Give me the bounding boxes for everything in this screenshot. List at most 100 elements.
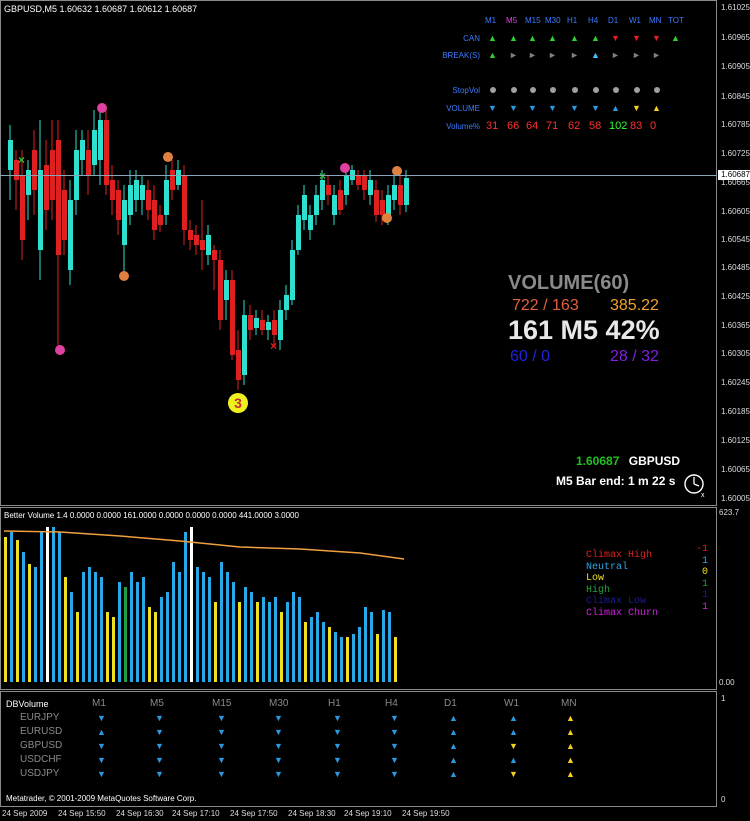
dbv-arrow-icon: ▼ [390,727,399,737]
pair-text: GBPUSD [628,454,681,468]
candle-body [182,175,187,230]
volume-bar [136,582,139,682]
candle-body [98,120,103,160]
dbvolume-right-top: 1 [721,694,726,703]
candle-body [80,140,85,160]
matrix-tf-label: D1 [608,16,619,25]
volume-bar [100,577,103,682]
cross-marker: × [319,169,326,183]
volume-pct-value: 0 [650,120,657,132]
volume-pct-value: 31 [486,120,499,132]
matrix-tf-label: H4 [588,16,599,25]
dbv-tf-label: M30 [269,698,289,709]
volume-bar [268,602,271,682]
matrix-arrow-icon: ▲ [570,33,579,43]
candle-body [86,150,91,175]
signal-dot [55,345,65,355]
legend-value: 0 [701,567,708,578]
volume-bar [184,532,187,682]
price-label: 1.60005 [721,494,750,503]
volume-bar [244,587,247,682]
legend-value: -1 [695,544,708,555]
dbv-tf-label: H4 [385,698,398,709]
volume-bar [178,572,181,682]
price-label: 1.60785 [721,120,750,129]
price-label: 1.60965 [721,33,750,42]
volume-bar [340,637,343,682]
better-volume-bottom: 0.00 [719,678,735,687]
matrix-arrow-icon: ▼ [488,103,497,113]
candle-body [200,240,205,250]
price-axis[interactable]: 1.61025 1.60965 1.60905 1.60845 1.60785 1.607… [718,0,750,506]
legend-row: Climax Churn 1 [586,602,708,619]
dbv-arrow-icon: ▼ [217,769,226,779]
candle-body [122,200,127,245]
volume-bar [34,567,37,682]
candle-body [356,175,361,185]
dbv-arrow-icon: ▼ [390,713,399,723]
matrix-arrow-icon: ▲ [611,103,620,113]
candle-body [398,185,403,205]
price-label: 1.60365 [721,321,750,330]
dbv-tf-label: M5 [150,698,164,709]
volume-bar [232,582,235,682]
volume-bar [358,627,361,682]
cross-marker: × [18,153,25,167]
stopvol-dot [550,87,556,93]
volume-bar [46,527,49,682]
legend-row: High 1 [586,579,708,596]
time-axis[interactable]: 24 Sep 2009 24 Sep 15:50 24 Sep 16:30 24 Se… [0,807,750,821]
matrix-row-label: BREAK(S) [442,51,480,60]
dbv-arrow-icon: ▼ [333,769,342,779]
matrix-arrow-icon: ▲ [591,33,600,43]
volume-bar [10,532,13,682]
volume-bar [310,617,313,682]
price-label: 1.60425 [721,292,750,301]
price-label: 1.60905 [721,62,750,71]
matrix-tf-label: TOT [668,16,684,25]
stopvol-dot [634,87,640,93]
legend-value: 1 [701,590,708,601]
volume-bar [106,612,109,682]
volume-bar [16,540,19,682]
time-label: 24 Sep 19:50 [402,809,450,818]
matrix-arrow-icon: ▼ [509,103,518,113]
dbv-pair-label: GBPUSD [20,740,63,751]
matrix-arrow-icon: ► [509,50,518,60]
candle-body [308,215,313,230]
candle-body [392,185,397,200]
volume-bar [22,552,25,682]
volume-bar [262,597,265,682]
stopvol-dot [572,87,578,93]
volume-bar [220,562,223,682]
dbv-arrow-icon: ▼ [217,713,226,723]
candle-body [20,175,25,240]
volume-legend: Climax High -1 Neutral 1 Low 0 High 1 Climax Low… [586,544,708,619]
matrix-row-label: StopVol [452,86,480,95]
volume-bar [370,612,373,682]
price-label: 1.60185 [721,407,750,416]
volume-average-line [3,530,405,560]
matrix-arrow-icon: ► [570,50,579,60]
price-label: 1.60605 [721,207,750,216]
candle-body [368,180,373,195]
dbv-arrow-icon: ▼ [97,769,106,779]
candle-body [320,180,325,200]
volume-bar [112,617,115,682]
candle-body [170,170,175,190]
dbv-tf-label: MN [561,698,577,709]
volume-bar [256,602,259,682]
candle-body [404,178,409,205]
dbv-arrow-icon: ▼ [390,769,399,779]
candle-body [56,140,61,255]
matrix-arrow-icon: ▼ [528,103,537,113]
candle-body [158,215,163,225]
clock-icon: x [684,474,705,498]
candle-body [218,260,223,320]
volume-ratio-3: 28 / 32 [610,348,659,365]
cross-marker: × [270,339,277,353]
dbv-arrow-icon: ▼ [509,741,518,751]
timeframe-matrix: M1 M5 M15 M30 H1 H4 D1 W1 MN TOT CAN ▲ ▲ ▲ ▲ ▲ ▲ ▼ ▼ ▼ ▲ BREA… [420,14,690,134]
candle-body [212,250,217,260]
candle-body [230,280,235,355]
